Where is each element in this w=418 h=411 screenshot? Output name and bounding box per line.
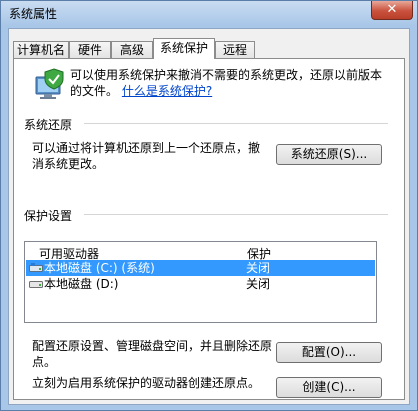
drive-list[interactable]: 可用驱动器 保护 本地磁盘 (C:) (系统) 关闭 本地磁盘 (D:) 关闭 (24, 241, 377, 323)
system-restore-divider (84, 123, 388, 124)
protection-settings-heading: 保护设置 (24, 209, 73, 223)
configure-desc: 配置还原设置、管理磁盘空间，并且删除还原点。 (32, 339, 273, 369)
drive-protection-status: 关闭 (246, 277, 271, 291)
create-button[interactable]: 创建(C)... (276, 377, 382, 398)
drive-name: 本地磁盘 (C:) (系统) (44, 261, 155, 275)
tab-hardware[interactable]: 硬件 (69, 41, 111, 58)
what-is-system-protection-link[interactable]: 什么是系统保护? (122, 84, 212, 98)
drive-protection-status: 关闭 (246, 261, 271, 275)
drive-row-d[interactable]: 本地磁盘 (D:) 关闭 (26, 276, 375, 292)
system-protection-panel: 可以使用系统保护来撤消不需要的系统更改，还原以前版本的文件。 什么是系统保护? … (13, 58, 405, 400)
close-button[interactable]: ✕ (371, 1, 413, 20)
local-drive-icon (29, 281, 43, 288)
tab-computer-name[interactable]: 计算机名 (13, 41, 69, 58)
configure-button[interactable]: 配置(O)... (276, 342, 382, 363)
system-drive-icon (29, 263, 43, 272)
drive-list-header: 可用驱动器 保护 (25, 242, 376, 262)
dialog-client: 计算机名 硬件 高级 系统保护 远程 可以使用系统保护来撤消不需要的系统更改，还… (8, 28, 410, 405)
system-restore-heading: 系统还原 (24, 118, 73, 132)
intro-text: 可以使用系统保护来撤消不需要的系统更改，还原以前版本的文件。 什么是系统保护? (70, 68, 383, 98)
system-restore-desc: 可以通过将计算机还原到上一个还原点，撤消系统更改。 (32, 141, 261, 171)
protection-settings-divider (84, 214, 388, 215)
create-desc: 立刻为启用系统保护的驱动器创建还原点。 (32, 376, 261, 390)
system-properties-window: 系统属性 ✕ 计算机名 硬件 高级 系统保护 远程 可以使用系统保护来撤消不需要… (0, 0, 418, 411)
system-restore-button[interactable]: 系统还原(S)... (276, 144, 382, 165)
computer-shield-icon (35, 68, 64, 99)
title-bar[interactable]: 系统属性 ✕ (1, 1, 417, 25)
drive-row-c[interactable]: 本地磁盘 (C:) (系统) 关闭 (26, 260, 375, 276)
tab-system-protection[interactable]: 系统保护 (153, 38, 215, 59)
tab-remote[interactable]: 远程 (215, 41, 255, 58)
drive-name: 本地磁盘 (D:) (44, 277, 119, 291)
tab-advanced[interactable]: 高级 (111, 41, 153, 58)
window-title: 系统属性 (9, 7, 58, 21)
